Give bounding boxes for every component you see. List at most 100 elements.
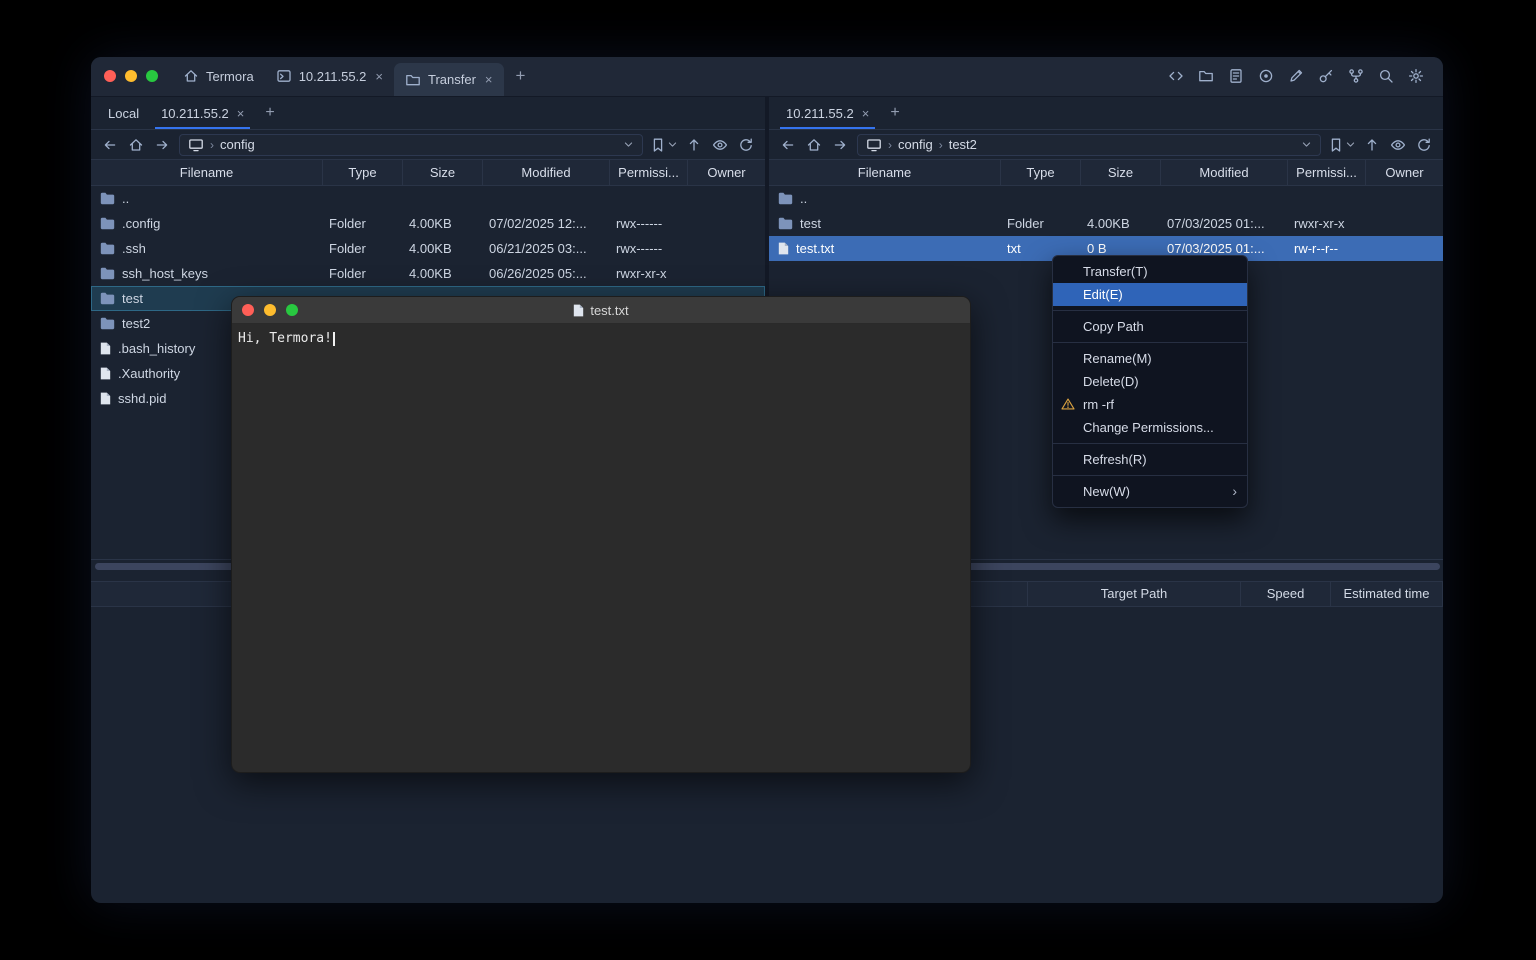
editor-titlebar[interactable]: test.txt [232, 297, 970, 324]
eye-icon [712, 137, 728, 153]
cell-owner [688, 186, 765, 211]
menu-item-rename-m[interactable]: Rename(M) [1053, 347, 1247, 370]
forward-icon [154, 137, 170, 153]
parent-directory-button[interactable] [685, 136, 703, 154]
app-tab-termora[interactable]: Termora [172, 57, 265, 96]
toolbar-key-button[interactable] [1317, 67, 1335, 85]
key-icon [1318, 68, 1334, 84]
toolbar-code-button[interactable] [1167, 67, 1185, 85]
path-field[interactable]: ›config [179, 134, 643, 156]
column-header-type[interactable]: Type [323, 160, 403, 185]
toolbar-settings-button[interactable] [1407, 67, 1425, 85]
breadcrumb-segment[interactable]: config [220, 137, 255, 152]
menu-item-change-permissions[interactable]: Change Permissions... [1053, 416, 1247, 439]
menu-item-label: Copy Path [1083, 319, 1144, 334]
toolbar-record-button[interactable] [1257, 67, 1275, 85]
new-panel-tab-button[interactable]: + [880, 97, 909, 129]
transfer-col-speed[interactable]: Speed [1240, 582, 1330, 606]
table-row[interactable]: .. [769, 186, 1443, 211]
column-header-filename[interactable]: Filename [91, 160, 323, 185]
file-panel-tab-bar: Local 10.211.55.2 × + [91, 97, 765, 130]
bookmark-icon [650, 137, 666, 153]
menu-item-new-w[interactable]: New(W)› [1053, 480, 1247, 503]
panel-tab-10-211-55-2[interactable]: 10.211.55.2× [775, 97, 880, 129]
column-header-owner[interactable]: Owner [688, 160, 765, 185]
app-tab-10-211-55-2[interactable]: 10.211.55.2× [265, 57, 394, 96]
table-row[interactable]: .configFolder4.00KB07/02/2025 12:...rwx-… [91, 211, 765, 236]
table-row[interactable]: ssh_host_keysFolder4.00KB06/26/2025 05:.… [91, 261, 765, 286]
panel-tab-label: 10.211.55.2 [161, 106, 229, 121]
toolbar-branch-button[interactable] [1347, 67, 1365, 85]
column-header-permissi[interactable]: Permissi... [610, 160, 688, 185]
parent-directory-button[interactable] [1363, 136, 1381, 154]
breadcrumb-segment[interactable]: config [898, 137, 933, 152]
editor-text: Hi, Termora! [238, 331, 332, 346]
home-icon [128, 137, 144, 153]
transfer-col-target-path[interactable]: Target Path [1027, 582, 1240, 606]
column-header-size[interactable]: Size [403, 160, 483, 185]
column-header-size[interactable]: Size [1081, 160, 1161, 185]
column-header-owner[interactable]: Owner [1366, 160, 1443, 185]
filename-text: ssh_host_keys [122, 261, 208, 286]
back-button[interactable] [779, 136, 797, 154]
minimize-button[interactable] [125, 70, 137, 82]
bookmarks-button[interactable] [651, 136, 677, 154]
close-tab-icon[interactable]: × [485, 72, 493, 87]
editor-close-button[interactable] [242, 304, 254, 316]
close-button[interactable] [104, 70, 116, 82]
new-panel-tab-button[interactable]: + [255, 97, 284, 129]
editor-content[interactable]: Hi, Termora! [232, 324, 970, 353]
close-tab-icon[interactable]: × [862, 106, 870, 121]
transfer-col-estimated-time[interactable]: Estimated time [1330, 582, 1443, 606]
column-header-type[interactable]: Type [1001, 160, 1081, 185]
column-header-permissi[interactable]: Permissi... [1288, 160, 1366, 185]
filename-text: sshd.pid [118, 386, 166, 411]
home-button[interactable] [127, 136, 145, 154]
toolbar-folder-button[interactable] [1197, 67, 1215, 85]
toolbar-search-button[interactable] [1377, 67, 1395, 85]
panel-tab-10-211-55-2[interactable]: 10.211.55.2 × [150, 97, 255, 129]
refresh-button[interactable] [737, 136, 755, 154]
menu-item-rm-rf[interactable]: rm -rf [1053, 393, 1247, 416]
bookmarks-button[interactable] [1329, 136, 1355, 154]
cell-modified [1161, 186, 1288, 211]
column-header-modified[interactable]: Modified [1161, 160, 1288, 185]
menu-item-label: Delete(D) [1083, 374, 1139, 389]
menu-item-delete-d[interactable]: Delete(D) [1053, 370, 1247, 393]
view-button[interactable] [1389, 136, 1407, 154]
panel-tab-local[interactable]: Local [97, 97, 150, 129]
view-button[interactable] [711, 136, 729, 154]
filename-cell: .. [769, 186, 1001, 211]
back-button[interactable] [101, 136, 119, 154]
table-row[interactable]: testFolder4.00KB07/03/2025 01:...rwxr-xr… [769, 211, 1443, 236]
settings-icon [1408, 68, 1424, 84]
toolbar-report-button[interactable] [1227, 67, 1245, 85]
editor-zoom-button[interactable] [286, 304, 298, 316]
path-field[interactable]: ›config›test2 [857, 134, 1321, 156]
menu-item-copy-path[interactable]: Copy Path [1053, 315, 1247, 338]
app-tab-transfer[interactable]: Transfer× [394, 63, 504, 96]
close-tab-icon[interactable]: × [375, 69, 383, 84]
warning-icon [1061, 398, 1075, 410]
titlebar-actions [1167, 57, 1443, 96]
menu-item-edit-e[interactable]: Edit(E) [1053, 283, 1247, 306]
zoom-button[interactable] [146, 70, 158, 82]
chevron-down-icon[interactable] [623, 139, 634, 150]
new-tab-button[interactable]: + [504, 57, 538, 96]
menu-item-transfer-t[interactable]: Transfer(T) [1053, 260, 1247, 283]
cell-permissions: rwx------ [610, 211, 688, 236]
table-row[interactable]: .sshFolder4.00KB06/21/2025 03:...rwx----… [91, 236, 765, 261]
toolbar-pencil-button[interactable] [1287, 67, 1305, 85]
close-tab-icon[interactable]: × [237, 106, 245, 121]
breadcrumb-segment[interactable]: test2 [949, 137, 977, 152]
home-button[interactable] [805, 136, 823, 154]
forward-button[interactable] [153, 136, 171, 154]
table-row[interactable]: .. [91, 186, 765, 211]
column-header-modified[interactable]: Modified [483, 160, 610, 185]
menu-item-refresh-r[interactable]: Refresh(R) [1053, 448, 1247, 471]
column-header-filename[interactable]: Filename [769, 160, 1001, 185]
forward-button[interactable] [831, 136, 849, 154]
refresh-button[interactable] [1415, 136, 1433, 154]
chevron-down-icon[interactable] [1301, 139, 1312, 150]
editor-minimize-button[interactable] [264, 304, 276, 316]
